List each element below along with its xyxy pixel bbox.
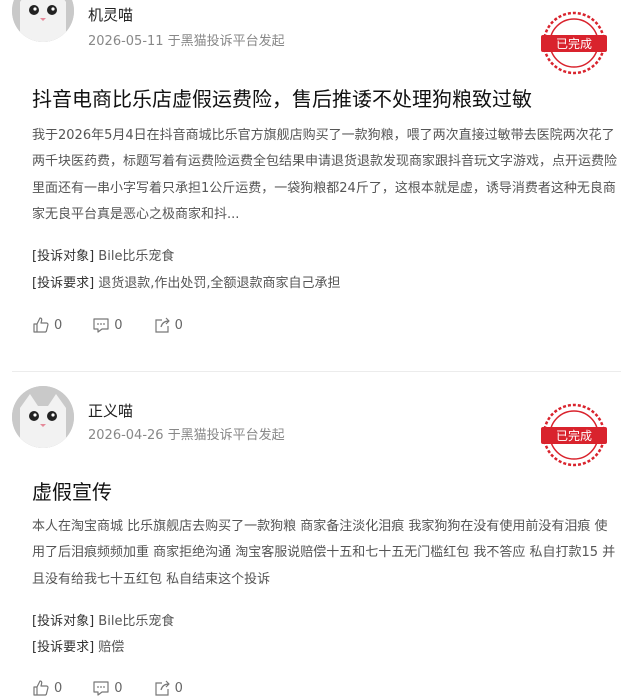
request-value: 赔偿	[98, 640, 125, 655]
complaint-request: [投诉要求] 退货退款,作出处罚,全额退款商家自己承担	[32, 272, 341, 291]
like-button[interactable]: 0	[32, 316, 62, 334]
complaint-card[interactable]: 机灵喵 2026-05-11 于黑猫投诉平台发起 已完成 抖音电商比乐店虚假运费…	[0, 0, 633, 352]
post-title[interactable]: 抖音电商比乐店虚假运费险，售后推诿不处理狗粮致过敏	[32, 83, 532, 112]
post-meta: 2026-04-26 于黑猫投诉平台发起	[88, 428, 285, 443]
request-label: [投诉要求]	[32, 276, 95, 291]
request-label: [投诉要求]	[32, 640, 95, 655]
target-label: [投诉对象]	[32, 249, 95, 264]
username[interactable]: 正义喵	[88, 400, 133, 421]
thumbs-up-icon	[33, 680, 49, 696]
avatar[interactable]	[12, 0, 74, 42]
comment-button[interactable]: 0	[92, 679, 123, 697]
post-body[interactable]: 本人在淘宝商城 比乐旗舰店去购买了一款狗粮 商家备注淡化泪痕 我家狗狗在没有使用…	[32, 514, 618, 593]
like-button[interactable]: 0	[32, 679, 62, 697]
share-count: 0	[174, 317, 183, 333]
post-meta: 2026-05-11 于黑猫投诉平台发起	[88, 34, 285, 49]
complaint-target: [投诉对象] Bile比乐宠食	[32, 610, 174, 629]
svg-text:已完成: 已完成	[556, 36, 592, 51]
cat-avatar-icon	[12, 0, 74, 42]
share-button[interactable]: 0	[153, 316, 183, 334]
share-icon	[154, 317, 170, 333]
like-count: 0	[54, 317, 63, 333]
share-icon	[154, 680, 170, 696]
completed-stamp: 已完成	[541, 402, 607, 468]
thumbs-up-icon	[33, 317, 49, 333]
completed-stamp: 已完成	[541, 10, 607, 76]
request-value: 退货退款,作出处罚,全额退款商家自己承担	[98, 276, 341, 291]
complaint-target: [投诉对象] Bile比乐宠食	[32, 245, 174, 264]
comment-count: 0	[114, 680, 123, 696]
action-bar: 0 0 0	[32, 679, 213, 697]
post-body[interactable]: 我于2026年5月4日在抖音商城比乐官方旗舰店购买了一款狗粮，喂了两次直接过敏带…	[32, 123, 618, 228]
username[interactable]: 机灵喵	[88, 4, 133, 25]
share-button[interactable]: 0	[153, 679, 183, 697]
cat-avatar-icon	[12, 386, 74, 448]
target-value[interactable]: Bile比乐宠食	[98, 249, 174, 264]
comment-icon	[93, 681, 109, 696]
avatar[interactable]	[12, 386, 74, 448]
complaint-request: [投诉要求] 赔偿	[32, 636, 124, 655]
svg-text:已完成: 已完成	[556, 428, 592, 443]
target-value[interactable]: Bile比乐宠食	[98, 614, 174, 629]
complaint-card[interactable]: 正义喵 2026-04-26 于黑猫投诉平台发起 已完成 虚假宣传 本人在淘宝商…	[0, 372, 633, 700]
like-count: 0	[54, 680, 63, 696]
post-title[interactable]: 虚假宣传	[32, 476, 112, 505]
comment-button[interactable]: 0	[92, 316, 123, 334]
share-count: 0	[174, 680, 183, 696]
action-bar: 0 0 0	[32, 316, 213, 334]
comment-icon	[93, 318, 109, 333]
comment-count: 0	[114, 317, 123, 333]
target-label: [投诉对象]	[32, 614, 95, 629]
